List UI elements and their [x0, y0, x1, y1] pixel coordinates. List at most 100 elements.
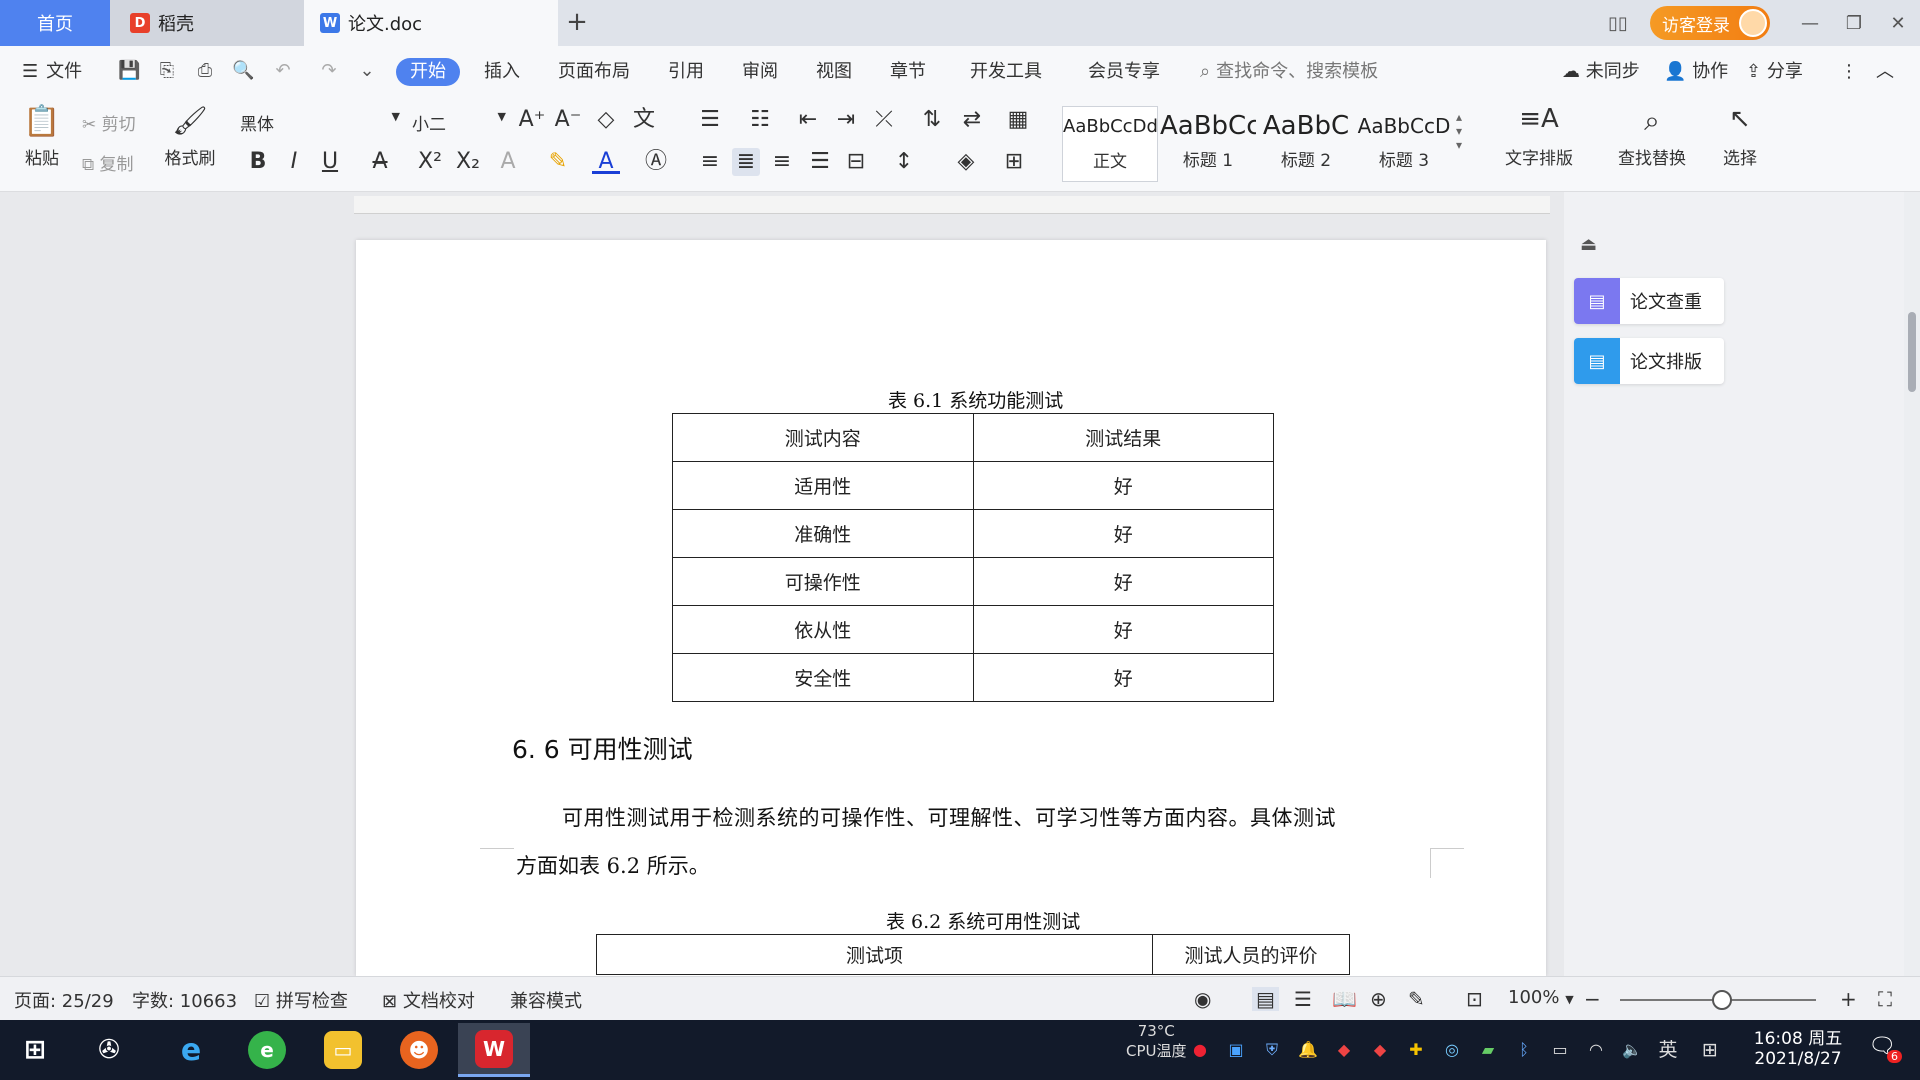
- styles-scroll-icon[interactable]: ▴ ▾ ▾: [1456, 110, 1462, 152]
- paper-format-button[interactable]: ▤ 论文排版: [1574, 338, 1724, 384]
- close-button[interactable]: ✕: [1876, 0, 1920, 46]
- style-normal[interactable]: AaBbCcDd 正文: [1062, 106, 1158, 182]
- ime-indicator[interactable]: 英: [1656, 1038, 1680, 1062]
- print-icon[interactable]: ⎙: [194, 60, 216, 82]
- align-left-icon[interactable]: ≡: [696, 148, 724, 176]
- text-layout-button[interactable]: ≡A 文字排版: [1494, 104, 1584, 169]
- sort-icon[interactable]: ⇅: [918, 106, 946, 134]
- fit-page-icon[interactable]: ⊡: [1466, 987, 1483, 1011]
- save-icon[interactable]: 💾: [118, 60, 140, 82]
- collab-button[interactable]: 👤 协作: [1664, 58, 1728, 86]
- tab-chapter[interactable]: 章节: [890, 58, 926, 86]
- taskbar-app-wps[interactable]: W: [458, 1023, 530, 1077]
- zoom-slider-thumb[interactable]: [1712, 990, 1732, 1010]
- word-count[interactable]: 字数: 10663: [132, 987, 237, 1013]
- new-tab-button[interactable]: +: [560, 6, 594, 40]
- command-search[interactable]: ⌕ 查找命令、搜索模板: [1200, 58, 1378, 86]
- style-heading-1[interactable]: AaBbCc 标题 1: [1160, 106, 1256, 182]
- file-menu[interactable]: ☰ 文件: [22, 58, 82, 86]
- tray-app-icon[interactable]: ●: [1188, 1038, 1212, 1062]
- output-icon[interactable]: ⎘: [156, 60, 178, 82]
- paper-check-button[interactable]: ▤ 论文查重: [1574, 278, 1724, 324]
- clock[interactable]: 16:08 周五 2021/8/27: [1746, 1024, 1850, 1069]
- find-replace-button[interactable]: ⌕ 查找替换: [1604, 104, 1700, 169]
- distribute-icon[interactable]: ⊟: [842, 148, 870, 176]
- battery-icon[interactable]: ▭: [1548, 1038, 1572, 1062]
- font-color-icon[interactable]: A: [592, 148, 620, 174]
- wifi-icon[interactable]: ◠: [1584, 1038, 1608, 1062]
- table-header-cell[interactable]: 测试项: [596, 934, 1153, 975]
- line-spacing-icon[interactable]: ↕: [890, 148, 918, 176]
- tab-page-layout[interactable]: 页面布局: [558, 58, 630, 86]
- table-system-usability-test[interactable]: 测试项 测试人员的评价: [596, 934, 1350, 975]
- bold-icon[interactable]: B: [244, 148, 272, 176]
- tray-app-icon[interactable]: ◎: [1440, 1038, 1464, 1062]
- chinese-layout-icon[interactable]: ⤫: [870, 106, 898, 134]
- web-view-icon[interactable]: ⊕: [1370, 987, 1387, 1011]
- outline-view-icon[interactable]: ☰: [1294, 987, 1312, 1011]
- shading-icon[interactable]: ◈: [952, 148, 980, 176]
- table-cell[interactable]: 好: [972, 461, 1274, 510]
- shield-icon[interactable]: ⛨: [1260, 1038, 1284, 1062]
- restore-button[interactable]: ❐: [1832, 0, 1876, 46]
- ime-grid-icon[interactable]: ⊞: [1698, 1038, 1722, 1062]
- vertical-scrollbar[interactable]: [1904, 192, 1920, 976]
- pen-icon[interactable]: ✎: [1408, 987, 1425, 1011]
- text-direction-icon[interactable]: ⇄: [958, 106, 986, 134]
- taskbar-app[interactable]: ✇: [80, 1026, 138, 1074]
- table-cell[interactable]: 准确性: [672, 509, 974, 558]
- table-cell[interactable]: 安全性: [672, 653, 974, 702]
- style-heading-3[interactable]: AaBbCcD 标题 3: [1356, 106, 1452, 182]
- tab-start[interactable]: 开始: [396, 58, 460, 86]
- table-header-cell[interactable]: 测试内容: [672, 413, 974, 462]
- bell-icon[interactable]: 🔔: [1296, 1038, 1320, 1062]
- tab-document[interactable]: W 论文.doc: [304, 0, 558, 46]
- format-painter-button[interactable]: 🖌 格式刷: [160, 104, 220, 169]
- table-cell[interactable]: 好: [972, 605, 1274, 654]
- collapse-ribbon-icon[interactable]: ︿: [1876, 58, 1894, 86]
- scrollbar-thumb[interactable]: [1908, 312, 1916, 392]
- tab-reference[interactable]: 引用: [668, 58, 704, 86]
- cpu-temp-widget[interactable]: 73°C CPU温度: [1126, 1022, 1187, 1061]
- bullet-list-icon[interactable]: ☰: [696, 106, 724, 134]
- subscript-icon[interactable]: X₂: [454, 148, 482, 176]
- table-cell[interactable]: 好: [972, 653, 1274, 702]
- table-system-function-test[interactable]: 测试内容 测试结果 适用性 好 准确性 好 可操作性 好 依从性 好 安全性 好: [672, 413, 1274, 702]
- increase-indent-icon[interactable]: ⇥: [832, 106, 860, 134]
- underline-icon[interactable]: U: [316, 148, 344, 176]
- page-indicator[interactable]: 页面: 25/29: [14, 987, 114, 1013]
- italic-icon[interactable]: I: [280, 148, 308, 176]
- cut-button[interactable]: ✂ 剪切: [82, 110, 136, 135]
- tab-daoke[interactable]: D 稻壳: [110, 0, 304, 46]
- tab-home[interactable]: 首页: [0, 0, 110, 46]
- tray-app-icon[interactable]: ▣: [1224, 1038, 1248, 1062]
- decrease-indent-icon[interactable]: ⇤: [794, 106, 822, 134]
- taskbar-app[interactable]: e: [162, 1026, 220, 1074]
- zoom-in-icon[interactable]: +: [1840, 987, 1857, 1011]
- eye-protection-icon[interactable]: ◉: [1194, 987, 1211, 1011]
- table-header-cell[interactable]: 测试结果: [972, 413, 1274, 462]
- select-button[interactable]: ↖ 选择: [1710, 104, 1770, 169]
- grow-font-icon[interactable]: A⁺: [518, 106, 546, 134]
- more-icon[interactable]: ⋮: [1840, 58, 1858, 86]
- borders-icon[interactable]: ⊞: [1000, 148, 1028, 176]
- taskbar-app[interactable]: e: [238, 1026, 296, 1074]
- table-cell[interactable]: 可操作性: [672, 557, 974, 606]
- paste-button[interactable]: 📋 粘贴: [14, 104, 70, 169]
- tray-app-icon[interactable]: ✚: [1404, 1038, 1428, 1062]
- page-view-icon[interactable]: ▤: [1252, 987, 1279, 1011]
- align-right-icon[interactable]: ≡: [768, 148, 796, 176]
- font-name-select[interactable]: 黑体 ▼: [240, 110, 400, 135]
- text-effect-icon[interactable]: A: [494, 148, 522, 176]
- reading-view-icon[interactable]: 📖: [1332, 987, 1357, 1011]
- table-cell[interactable]: 适用性: [672, 461, 974, 510]
- zoom-level-select[interactable]: 100% ▼: [1508, 987, 1574, 1008]
- shrink-font-icon[interactable]: A⁻: [554, 106, 582, 134]
- minimize-button[interactable]: —: [1788, 0, 1832, 46]
- taskbar-app[interactable]: ▭: [314, 1026, 372, 1074]
- font-size-select[interactable]: 小二 ▼: [412, 110, 506, 135]
- volume-icon[interactable]: 🔈: [1620, 1038, 1644, 1062]
- undo-icon[interactable]: ↶: [272, 60, 294, 82]
- tray-app-icon[interactable]: ◆: [1368, 1038, 1392, 1062]
- nvidia-icon[interactable]: ▰: [1476, 1038, 1500, 1062]
